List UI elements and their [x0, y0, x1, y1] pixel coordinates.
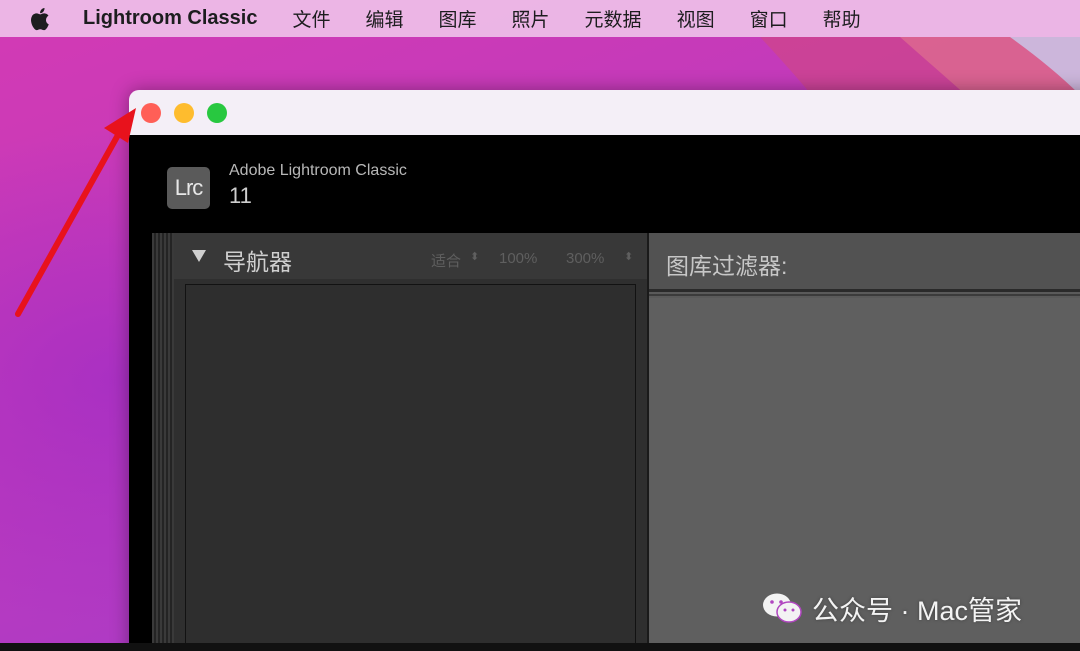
- zoom-fit-updown-icon: ⬍: [470, 251, 480, 263]
- navigator-panel: 导航器 适合 ⬍ 100% 300% ⬍: [174, 233, 647, 651]
- menu-window[interactable]: 窗口: [750, 5, 788, 32]
- navigator-title[interactable]: 导航器: [223, 243, 292, 277]
- menu-photo[interactable]: 照片: [512, 5, 550, 32]
- lrc-logo: Lrc: [167, 167, 210, 209]
- zoom-custom-updown-icon[interactable]: ⬍: [624, 250, 633, 263]
- window-titlebar[interactable]: [129, 90, 1080, 135]
- library-filter-bar[interactable]: 图库过滤器:: [649, 233, 1080, 292]
- menu-file[interactable]: 文件: [292, 5, 330, 32]
- watermark-text: 公众号 · Mac管家: [812, 595, 1023, 626]
- library-filter-title: 图库过滤器:: [666, 253, 788, 279]
- product-name: Adobe Lightroom Classic: [229, 162, 407, 179]
- menu-view[interactable]: 视图: [677, 5, 715, 32]
- product-version: 11: [229, 183, 252, 208]
- zoom-300-option[interactable]: 300%: [566, 250, 604, 267]
- lightroom-window: Lrc Adobe Lightroom Classic 11 导航器 适合 ⬍ …: [129, 90, 1080, 651]
- zoom-100-option[interactable]: 100%: [499, 250, 537, 267]
- watermark: 公众号 · Mac管家: [762, 588, 1022, 628]
- navigator-preview[interactable]: [185, 284, 636, 651]
- wechat-icon: [763, 593, 802, 623]
- navigator-header[interactable]: 导航器 适合 ⬍ 100% 300% ⬍: [174, 233, 647, 279]
- menu-library[interactable]: 图库: [439, 5, 477, 32]
- left-panel-edge[interactable]: [152, 233, 174, 651]
- zoom-button[interactable]: [207, 103, 227, 123]
- menu-metadata[interactable]: 元数据: [585, 5, 642, 32]
- filter-separator: [649, 294, 1080, 296]
- apple-icon[interactable]: [27, 6, 51, 32]
- menu-app-name[interactable]: Lightroom Classic: [83, 7, 257, 30]
- app-body: Lrc Adobe Lightroom Classic 11 导航器 适合 ⬍ …: [129, 135, 1080, 651]
- disclosure-triangle-icon[interactable]: [192, 250, 206, 262]
- menu-edit[interactable]: 编辑: [366, 5, 404, 32]
- bottom-strip: [0, 643, 1080, 651]
- menu-bar: Lightroom Classic 文件 编辑 图库 照片 元数据 视图 窗口 …: [0, 0, 1080, 37]
- zoom-fit-option[interactable]: 适合: [431, 250, 461, 271]
- menu-help[interactable]: 帮助: [823, 5, 861, 32]
- close-button[interactable]: [141, 103, 161, 123]
- minimize-button[interactable]: [174, 103, 194, 123]
